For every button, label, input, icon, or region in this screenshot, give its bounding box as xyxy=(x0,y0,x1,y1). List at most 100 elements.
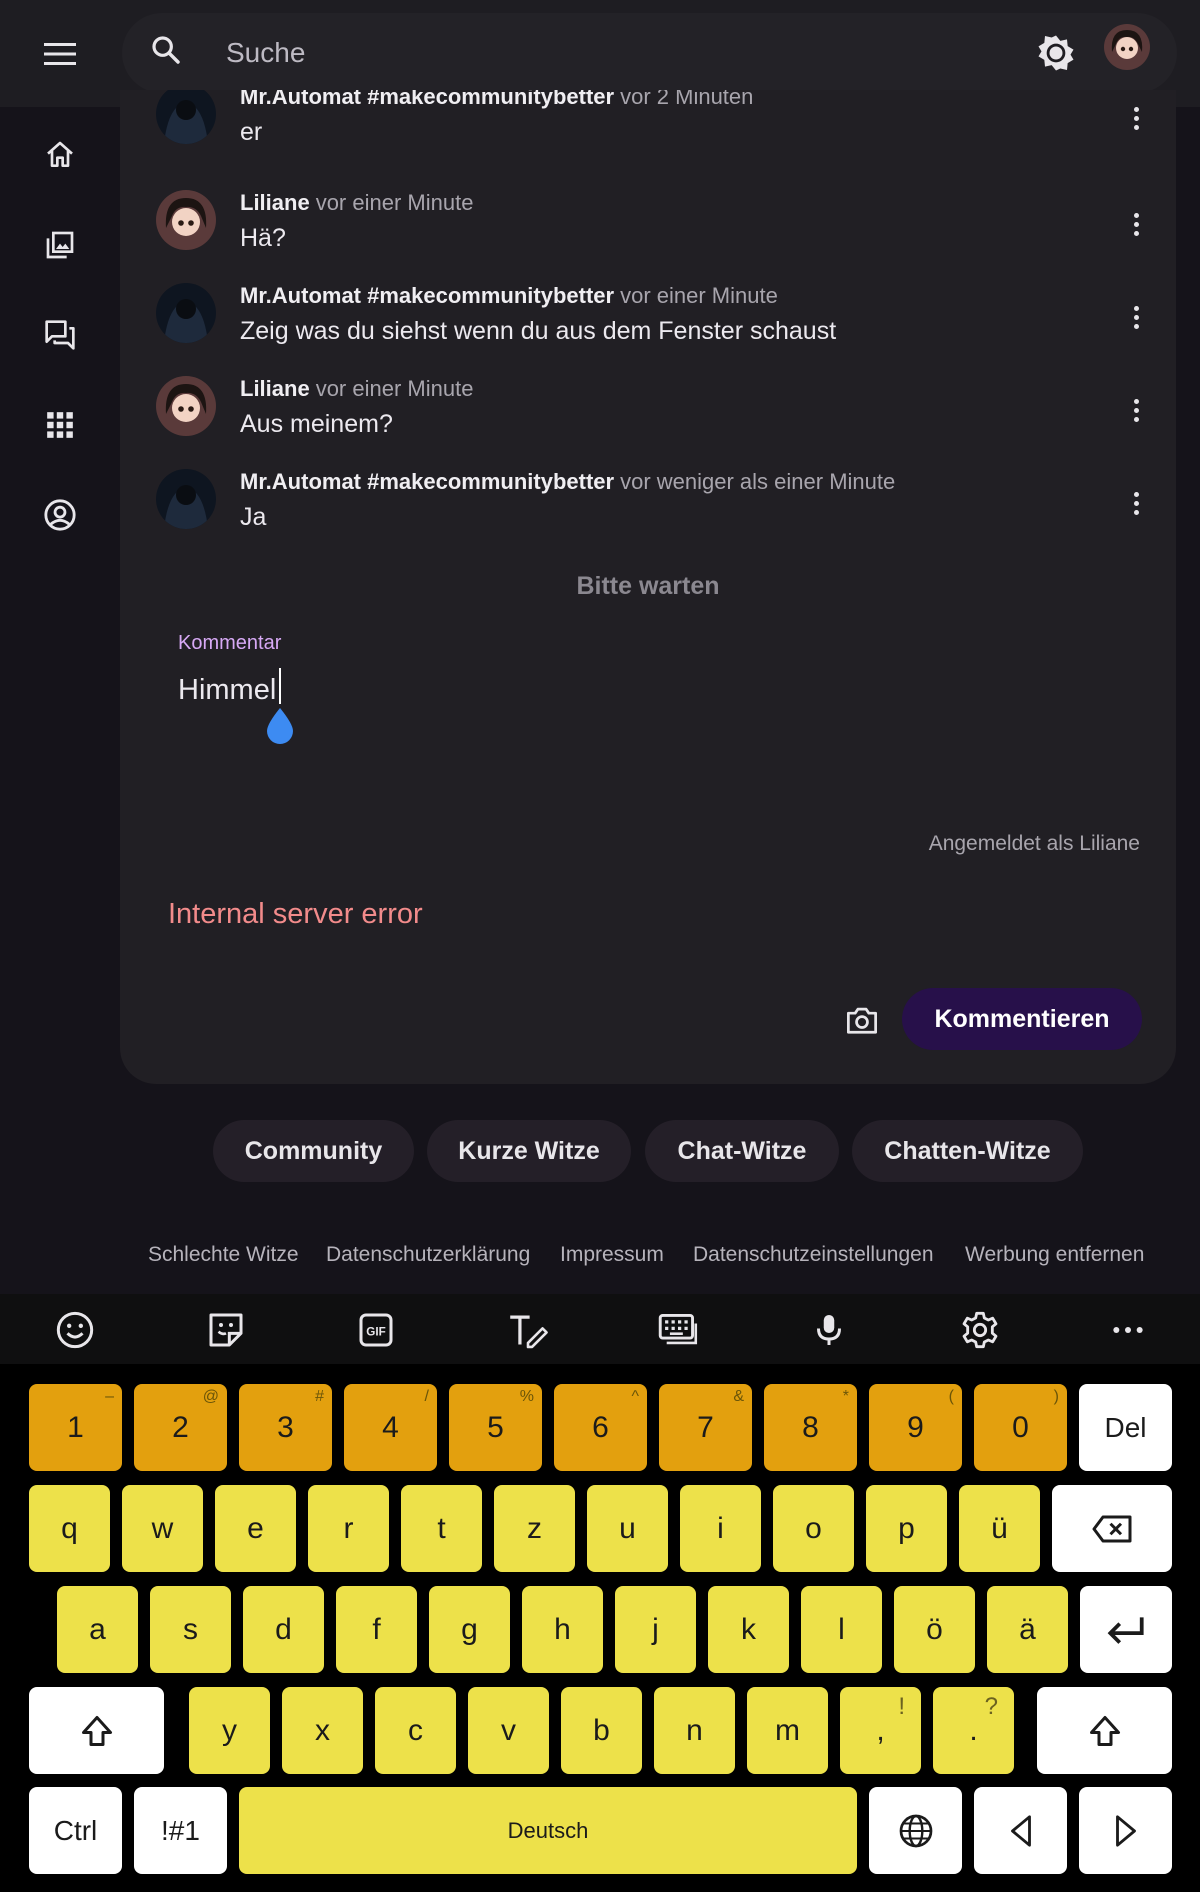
key-letter[interactable]: o xyxy=(773,1485,854,1572)
footer-link[interactable]: Schlechte Witze xyxy=(148,1243,299,1267)
language-key[interactable] xyxy=(869,1787,962,1874)
comment-more-button[interactable] xyxy=(1124,297,1148,337)
footer-link[interactable]: Werbung entfernen xyxy=(965,1243,1144,1267)
key-letter[interactable]: s xyxy=(150,1586,231,1673)
key-7[interactable]: 7 & xyxy=(659,1384,752,1471)
key-letter[interactable]: z xyxy=(494,1485,575,1572)
key-letter[interactable]: a xyxy=(57,1586,138,1673)
commenter-avatar[interactable] xyxy=(156,90,216,144)
key-letter[interactable]: c xyxy=(375,1687,456,1774)
nav-forum[interactable] xyxy=(30,305,90,365)
nav-account[interactable] xyxy=(30,485,90,545)
key-letter[interactable]: v xyxy=(468,1687,549,1774)
key-5[interactable]: 5% xyxy=(449,1384,542,1471)
key-letter[interactable]: ü xyxy=(959,1485,1040,1572)
comment-more-button[interactable] xyxy=(1124,390,1148,430)
more-options-button[interactable] xyxy=(1106,1308,1150,1352)
user-avatar[interactable] xyxy=(1104,24,1150,70)
key-letter[interactable]: b xyxy=(561,1687,642,1774)
comment-author[interactable]: Mr.Automat #makecommunitybetter xyxy=(240,283,614,308)
key-9[interactable]: 9( xyxy=(869,1384,962,1471)
nav-gallery[interactable] xyxy=(30,215,90,275)
commenter-avatar[interactable] xyxy=(156,469,216,529)
chip-chatten-witze[interactable]: Chatten-Witze xyxy=(852,1120,1083,1182)
key-letter[interactable]: e xyxy=(215,1485,296,1572)
cursor-handle[interactable] xyxy=(264,706,296,751)
emoji-button[interactable] xyxy=(53,1308,97,1352)
submit-comment-button[interactable]: Kommentieren xyxy=(902,988,1142,1050)
commenter-avatar[interactable] xyxy=(156,190,216,250)
key-0[interactable]: 0) xyxy=(974,1384,1067,1471)
backspace-key[interactable] xyxy=(1052,1485,1172,1572)
space-key[interactable]: Deutsch xyxy=(239,1787,857,1874)
gif-button[interactable]: GIF xyxy=(354,1308,398,1352)
cursor-left-key[interactable] xyxy=(974,1787,1067,1874)
keyboard-settings-button[interactable] xyxy=(958,1308,1002,1352)
add-photo-button[interactable] xyxy=(840,998,884,1042)
comment-author[interactable]: Liliane xyxy=(240,190,310,215)
chip-chat-witze[interactable]: Chat-Witze xyxy=(645,1120,839,1182)
commenter-avatar[interactable] xyxy=(156,283,216,343)
key-letter[interactable]: f xyxy=(336,1586,417,1673)
key-4[interactable]: 4/ xyxy=(344,1384,437,1471)
key-letter[interactable]: k xyxy=(708,1586,789,1673)
key-3[interactable]: 3 # xyxy=(239,1384,332,1471)
key-letter[interactable]: ä xyxy=(987,1586,1068,1673)
key-6[interactable]: 6 ^ xyxy=(554,1384,647,1471)
key-letter[interactable]: i xyxy=(680,1485,761,1572)
comment-author[interactable]: Mr.Automat #makecommunitybetter xyxy=(240,90,614,109)
key-letter[interactable]: x xyxy=(282,1687,363,1774)
comment-more-button[interactable] xyxy=(1124,483,1148,523)
nav-home[interactable] xyxy=(30,125,90,185)
keyboard-layout-button[interactable] xyxy=(656,1308,700,1352)
key-letter[interactable]: r xyxy=(308,1485,389,1572)
theme-toggle-button[interactable] xyxy=(1036,33,1076,78)
key-letter[interactable]: q xyxy=(29,1485,110,1572)
chip-community[interactable]: Community xyxy=(213,1120,414,1182)
key-letter[interactable]: g xyxy=(429,1586,510,1673)
key-letter[interactable]: d xyxy=(243,1586,324,1673)
nav-apps[interactable] xyxy=(30,395,90,455)
key-comma[interactable]: ,! xyxy=(840,1687,921,1774)
key-8[interactable]: 8 * xyxy=(764,1384,857,1471)
shift-key-left[interactable] xyxy=(29,1687,164,1774)
key-period[interactable]: .? xyxy=(933,1687,1014,1774)
sticker-button[interactable] xyxy=(204,1308,248,1352)
key-1[interactable]: 1– xyxy=(29,1384,122,1471)
footer-link[interactable]: Datenschutzerklärung xyxy=(326,1243,530,1267)
key-letter[interactable]: n xyxy=(654,1687,735,1774)
comment-input[interactable] xyxy=(178,666,1118,714)
search-input[interactable] xyxy=(226,30,926,76)
menu-button[interactable] xyxy=(30,28,90,80)
ctrl-key[interactable]: Ctrl xyxy=(29,1787,122,1874)
key-letter[interactable]: p xyxy=(866,1485,947,1572)
footer-link[interactable]: Datenschutzeinstellungen xyxy=(693,1243,934,1267)
key-letter[interactable]: t xyxy=(401,1485,482,1572)
comment-more-button[interactable] xyxy=(1124,98,1148,138)
comment-item: Mr.Automat #makecommunitybetter vor einer… xyxy=(120,283,1176,363)
enter-key[interactable] xyxy=(1080,1586,1172,1673)
shift-key-right[interactable] xyxy=(1037,1687,1172,1774)
key-letter[interactable]: h xyxy=(522,1586,603,1673)
handwriting-button[interactable] xyxy=(506,1308,550,1352)
symbols-key[interactable]: !#1 xyxy=(134,1787,227,1874)
key-letter[interactable]: m xyxy=(747,1687,828,1774)
search-icon[interactable] xyxy=(150,34,182,71)
comment-author[interactable]: Mr.Automat #makecommunitybetter xyxy=(240,469,614,494)
footer-link[interactable]: Impressum xyxy=(560,1243,664,1267)
key-letter[interactable]: u xyxy=(587,1485,668,1572)
key-2[interactable]: 2 @ xyxy=(134,1384,227,1471)
del-key[interactable]: Del xyxy=(1079,1384,1172,1471)
key-letter[interactable]: y xyxy=(189,1687,270,1774)
cursor-right-key[interactable] xyxy=(1079,1787,1172,1874)
voice-input-button[interactable] xyxy=(807,1308,851,1352)
key-alt: & xyxy=(733,1388,744,1405)
key-letter[interactable]: j xyxy=(615,1586,696,1673)
chip-kurze-witze[interactable]: Kurze Witze xyxy=(427,1120,631,1182)
commenter-avatar[interactable] xyxy=(156,376,216,436)
key-letter[interactable]: ö xyxy=(894,1586,975,1673)
key-letter[interactable]: l xyxy=(801,1586,882,1673)
comment-author[interactable]: Liliane xyxy=(240,376,310,401)
comment-more-button[interactable] xyxy=(1124,204,1148,244)
key-letter[interactable]: w xyxy=(122,1485,203,1572)
